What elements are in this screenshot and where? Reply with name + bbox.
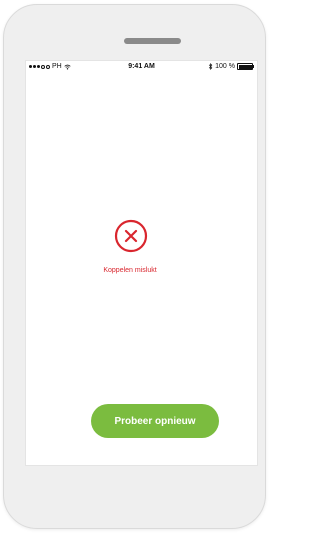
retry-button[interactable]: Probeer opnieuw [91, 404, 219, 438]
battery-icon [237, 63, 254, 70]
status-bar: PH 9:41 AM 100 % [26, 61, 257, 73]
phone-frame: PH 9:41 AM 100 % Koppelen mislukt Probee… [3, 4, 266, 529]
bluetooth-icon [209, 63, 213, 70]
error-circle-x-icon [114, 219, 148, 253]
status-right: 100 % [208, 63, 254, 70]
error-message: Koppelen mislukt [103, 267, 157, 274]
battery-percentage: 100 % [215, 63, 235, 70]
phone-speaker [124, 38, 181, 44]
